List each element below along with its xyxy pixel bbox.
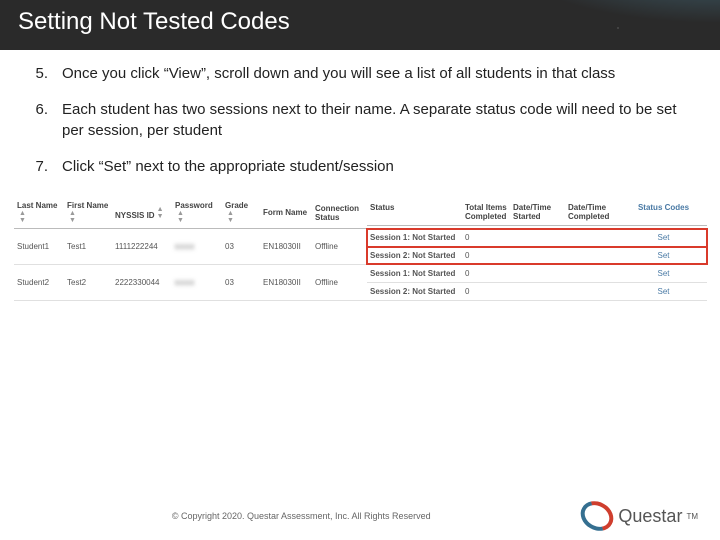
cell-conn: Offline xyxy=(312,229,367,265)
session-row: Session 2: Not Started0 Set xyxy=(367,247,707,264)
col-first[interactable]: First Name▲▼ xyxy=(64,197,112,229)
logo-swoosh-icon xyxy=(580,502,614,530)
cell-sessions: Session 1: Not Started0SetSession 2: Not… xyxy=(367,265,707,301)
sort-icon[interactable]: ▲▼ xyxy=(19,210,26,224)
step-number: 7. xyxy=(30,157,48,177)
cell-grade: 03 xyxy=(222,265,260,301)
cell-last: Student2 xyxy=(14,265,64,301)
table-body: Student1Test11111222244xxxx03EN18030IIOf… xyxy=(14,229,707,301)
cell-first: Test2 xyxy=(64,265,112,301)
logo-text: Questar xyxy=(618,506,682,527)
col-codes: Status Codes xyxy=(620,199,707,226)
session-status: Session 2: Not Started xyxy=(367,247,462,264)
table-header-row: Last Name▲▼First Name▲▼NYSSIS ID▲▼Passwo… xyxy=(14,197,707,229)
session-status: Session 1: Not Started xyxy=(367,229,462,247)
col-started: Date/Time Started xyxy=(510,199,565,226)
cell-conn: Offline xyxy=(312,265,367,301)
logo-tm: TM xyxy=(686,512,698,521)
set-button[interactable]: Set xyxy=(620,229,707,247)
student-table: Last Name▲▼First Name▲▼NYSSIS ID▲▼Passwo… xyxy=(14,197,707,301)
title-text: Setting Not Tested Codes xyxy=(18,8,290,35)
col-status: Status xyxy=(367,199,462,226)
step-number: 6. xyxy=(30,100,48,141)
set-button[interactable]: Set xyxy=(620,247,707,264)
cell-sessions: Session 1: Not Started0SetSession 2: Not… xyxy=(367,229,707,265)
session-completed xyxy=(565,283,620,300)
table-row: Student2Test22222330044xxxx 03EN18030IIOf… xyxy=(14,265,707,301)
session-items: 0 xyxy=(462,229,510,247)
col-items: Total Items Completed xyxy=(462,199,510,226)
student-table-wrap: Last Name▲▼First Name▲▼NYSSIS ID▲▼Passwo… xyxy=(0,197,720,301)
sort-icon[interactable]: ▲▼ xyxy=(227,210,234,224)
session-completed xyxy=(565,247,620,264)
col-sessions: StatusTotal Items CompletedDate/Time Sta… xyxy=(367,197,707,229)
step-text: Click “Set” next to the appropriate stud… xyxy=(62,157,394,177)
col-conn: Connection Status xyxy=(312,197,367,229)
session-started xyxy=(510,283,565,300)
cell-password: xxxx xyxy=(172,265,222,301)
session-items: 0 xyxy=(462,265,510,283)
col-password[interactable]: Password▲▼ xyxy=(172,197,222,229)
col-form: Form Name xyxy=(260,197,312,229)
copyright-text: © Copyright 2020. Questar Assessment, In… xyxy=(172,511,431,521)
session-status: Session 1: Not Started xyxy=(367,265,462,283)
session-completed xyxy=(565,265,620,283)
step-number: 5. xyxy=(30,64,48,84)
page-title: Setting Not Tested Codes xyxy=(0,0,720,50)
session-items: 0 xyxy=(462,283,510,300)
step-text: Each student has two sessions next to th… xyxy=(62,100,690,141)
session-status: Session 2: Not Started xyxy=(367,283,462,300)
session-started xyxy=(510,229,565,247)
cell-last: Student1 xyxy=(14,229,64,265)
set-button[interactable]: Set xyxy=(620,265,707,283)
instruction-step: 6. Each student has two sessions next to … xyxy=(30,100,690,141)
session-row: Session 1: Not Started0 Set xyxy=(367,265,707,283)
password-blur: xxxx xyxy=(175,278,195,287)
cell-nyssis: 2222330044 xyxy=(112,265,172,301)
table-row: Student1Test11111222244xxxx 03EN18030IIOf… xyxy=(14,229,707,265)
cell-form: EN18030II xyxy=(260,229,312,265)
session-completed xyxy=(565,229,620,247)
col-completed: Date/Time Completed xyxy=(565,199,620,226)
cell-first: Test1 xyxy=(64,229,112,265)
cell-form: EN18030II xyxy=(260,265,312,301)
instruction-step: 7. Click “Set” next to the appropriate st… xyxy=(30,157,690,177)
session-items: 0 xyxy=(462,247,510,264)
session-row: Session 1: Not Started0 Set xyxy=(367,229,707,247)
cell-grade: 03 xyxy=(222,229,260,265)
sort-icon[interactable]: ▲▼ xyxy=(157,206,164,220)
cell-nyssis: 1111222244 xyxy=(112,229,172,265)
session-row: Session 2: Not Started0 Set xyxy=(367,283,707,300)
col-nyssis[interactable]: NYSSIS ID▲▼ xyxy=(112,197,172,229)
step-text: Once you click “View”, scroll down and y… xyxy=(62,64,615,84)
set-button[interactable]: Set xyxy=(620,283,707,300)
instruction-steps: 5. Once you click “View”, scroll down and… xyxy=(0,50,720,197)
cell-password: xxxx xyxy=(172,229,222,265)
col-grade[interactable]: Grade▲▼ xyxy=(222,197,260,229)
sort-icon[interactable]: ▲▼ xyxy=(177,210,184,224)
col-last[interactable]: Last Name▲▼ xyxy=(14,197,64,229)
session-started xyxy=(510,265,565,283)
password-blur: xxxx xyxy=(175,242,195,251)
instruction-step: 5. Once you click “View”, scroll down and… xyxy=(30,64,690,84)
sort-icon[interactable]: ▲▼ xyxy=(69,210,76,224)
questar-logo: Questar TM xyxy=(580,502,698,530)
session-started xyxy=(510,247,565,264)
footer: © Copyright 2020. Questar Assessment, In… xyxy=(0,492,720,540)
